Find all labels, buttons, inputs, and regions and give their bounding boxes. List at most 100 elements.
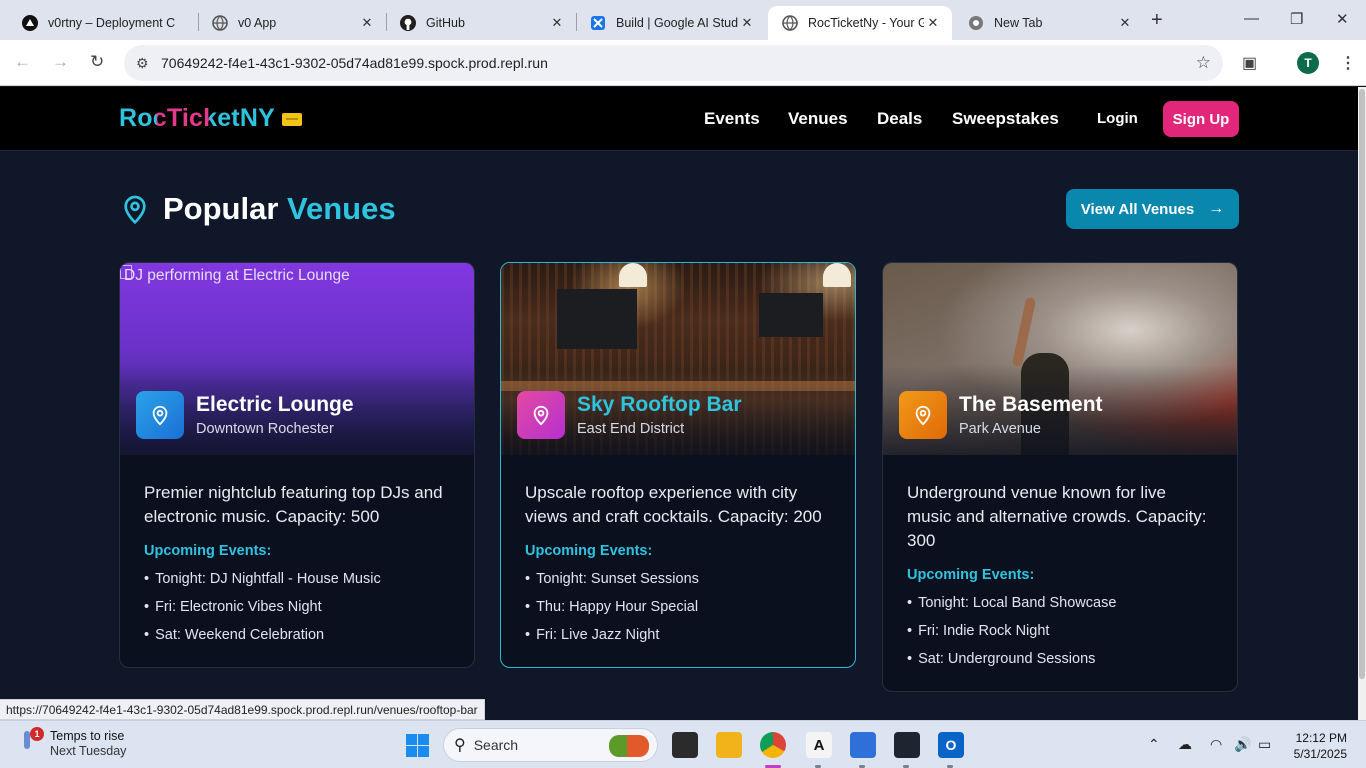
- browser-tab-strip: v0rtny – Deployment C v0 App ✕ GitHub ✕ …: [0, 0, 1366, 40]
- windows-taskbar: 1 Temps to rise Next Tuesday ⚲ Search A …: [0, 720, 1366, 768]
- section-title: Popular Venues: [163, 191, 396, 226]
- view-all-venues-button[interactable]: View All Venues →: [1066, 189, 1239, 229]
- battery-icon[interactable]: ▭: [1258, 736, 1271, 753]
- venue-name: Electric Lounge: [196, 393, 354, 416]
- url-text[interactable]: 70649242-f4e1-43c1-9302-05d74ad81e99.spo…: [161, 55, 548, 71]
- map-pin-icon: [517, 391, 565, 439]
- signup-button[interactable]: Sign Up: [1163, 101, 1239, 137]
- start-button[interactable]: [406, 734, 429, 757]
- address-bar-row: ← → ↻ ⚙ 70649242-f4e1-43c1-9302-05d74ad8…: [0, 40, 1366, 86]
- upcoming-events-label: Upcoming Events:: [525, 543, 653, 559]
- venue-location: Downtown Rochester: [196, 421, 334, 437]
- login-link[interactable]: Login: [1097, 110, 1138, 127]
- event-item: Fri: Live Jazz Night: [525, 621, 831, 649]
- nav-sweepstakes[interactable]: Sweepstakes: [952, 109, 1059, 129]
- tab-v0-app[interactable]: v0 App ✕: [198, 6, 386, 40]
- section-header: Popular Venues: [119, 191, 396, 227]
- system-clock[interactable]: 12:12 PM 5/31/2025: [1285, 730, 1347, 762]
- venue-location: East End District: [577, 421, 685, 437]
- close-icon[interactable]: ✕: [1116, 15, 1134, 31]
- venue-description: Premier nightclub featuring top DJs and …: [144, 483, 443, 526]
- event-item: Fri: Electronic Vibes Night: [144, 593, 450, 621]
- chevron-up-icon[interactable]: ⌃: [1148, 736, 1160, 753]
- vercel-icon: [22, 15, 38, 31]
- back-button[interactable]: ←: [14, 52, 31, 72]
- image-alt-text: DJ performing at Electric Lounge: [124, 267, 350, 284]
- venue-card-electric-lounge[interactable]: DJ performing at Electric Lounge Electri…: [119, 262, 475, 668]
- weather-widget[interactable]: 1 Temps to rise Next Tuesday: [20, 727, 127, 759]
- taskbar-search[interactable]: ⚲ Search: [443, 728, 658, 762]
- forward-button[interactable]: →: [52, 52, 69, 72]
- ai-app-icon[interactable]: A: [806, 732, 832, 758]
- omnibox[interactable]: ⚙ 70649242-f4e1-43c1-9302-05d74ad81e99.s…: [124, 45, 1223, 81]
- venue-description: Upscale rooftop experience with city vie…: [525, 483, 822, 526]
- reload-button[interactable]: ↻: [90, 52, 104, 72]
- new-tab-button[interactable]: +: [1151, 9, 1163, 32]
- event-item: Thu: Happy Hour Special: [525, 593, 831, 621]
- outlook-icon[interactable]: O: [938, 732, 964, 758]
- event-item: Fri: Indie Rock Night: [907, 617, 1213, 645]
- tab-ai-studio[interactable]: Build | Google AI Studi ✕: [576, 6, 766, 40]
- venue-card-sky-rooftop-bar[interactable]: Sky Rooftop Bar East End District Upscal…: [500, 262, 856, 668]
- globe-icon: [782, 15, 798, 31]
- site-logo[interactable]: RocTicketNY: [119, 104, 275, 133]
- nav-deals[interactable]: Deals: [877, 109, 922, 129]
- wifi-icon[interactable]: ◠: [1210, 736, 1222, 753]
- event-item: Sat: Underground Sessions: [907, 645, 1213, 673]
- close-window-button[interactable]: ✕: [1336, 10, 1349, 28]
- upcoming-events-label: Upcoming Events:: [907, 567, 1035, 583]
- search-highlight-icon: [609, 735, 649, 757]
- terminal-icon[interactable]: [894, 732, 920, 758]
- map-pin-icon: [124, 195, 146, 225]
- venue-image: Sky Rooftop Bar East End District: [501, 263, 855, 455]
- profile-avatar[interactable]: T: [1297, 52, 1319, 74]
- arrow-right-icon: →: [1208, 200, 1225, 217]
- event-list: Tonight: DJ Nightfall - House Music Fri:…: [144, 565, 450, 667]
- ticket-icon: [282, 113, 302, 126]
- map-pin-icon: [136, 391, 184, 439]
- page-scrollbar[interactable]: [1358, 87, 1366, 720]
- weather-subtitle: Next Tuesday: [50, 744, 127, 758]
- notification-badge: 1: [30, 727, 44, 741]
- tab-github[interactable]: GitHub ✕: [386, 6, 576, 40]
- menu-icon[interactable]: ⋮: [1340, 53, 1356, 73]
- minimize-button[interactable]: —: [1244, 10, 1259, 27]
- site-header: RocTicketNY Events Venues Deals Sweepsta…: [0, 87, 1358, 151]
- event-list: Tonight: Sunset Sessions Thu: Happy Hour…: [525, 565, 831, 667]
- chrome-icon: [968, 15, 984, 31]
- onedrive-icon[interactable]: ☁: [1178, 736, 1192, 753]
- ai-studio-icon: [590, 15, 606, 31]
- notepad-icon[interactable]: [850, 732, 876, 758]
- event-list: Tonight: Local Band Showcase Fri: Indie …: [907, 589, 1213, 691]
- tab-new-tab[interactable]: New Tab ✕: [954, 6, 1144, 40]
- tab-search-icon[interactable]: ▣: [1242, 53, 1257, 73]
- close-icon[interactable]: ✕: [924, 15, 942, 31]
- venue-image: The Basement Park Avenue: [883, 263, 1237, 455]
- bookmark-star-icon[interactable]: ☆: [1196, 53, 1211, 73]
- weather-title: Temps to rise: [50, 729, 125, 743]
- tab-v0rtny[interactable]: v0rtny – Deployment C: [8, 6, 198, 40]
- venue-card-the-basement[interactable]: The Basement Park Avenue Underground ven…: [882, 262, 1238, 692]
- close-icon[interactable]: ✕: [548, 15, 566, 31]
- tab-rocticketny[interactable]: RocTicketNy - Your Ga ✕: [768, 6, 952, 40]
- chrome-icon[interactable]: [760, 732, 786, 758]
- file-explorer-icon[interactable]: [716, 732, 742, 758]
- site-info-icon[interactable]: ⚙: [136, 55, 152, 72]
- globe-icon: [212, 15, 228, 31]
- venue-image: DJ performing at Electric Lounge Electri…: [120, 263, 474, 455]
- venue-name: The Basement: [959, 393, 1103, 416]
- nav-events[interactable]: Events: [704, 109, 760, 129]
- volume-icon[interactable]: 🔊: [1234, 736, 1251, 753]
- map-pin-icon: [899, 391, 947, 439]
- restore-button[interactable]: ❐: [1290, 10, 1303, 28]
- link-status-bubble: https://70649242-f4e1-43c1-9302-05d74ad8…: [0, 699, 485, 720]
- upcoming-events-label: Upcoming Events:: [144, 543, 272, 559]
- search-icon: ⚲: [454, 737, 466, 754]
- venue-description: Underground venue known for live music a…: [907, 483, 1207, 550]
- close-icon[interactable]: ✕: [358, 15, 376, 31]
- task-view-icon[interactable]: [672, 732, 698, 758]
- close-icon[interactable]: ✕: [738, 15, 756, 31]
- website-viewport: RocTicketNY Events Venues Deals Sweepsta…: [0, 87, 1358, 720]
- github-icon: [400, 15, 416, 31]
- nav-venues[interactable]: Venues: [788, 109, 848, 129]
